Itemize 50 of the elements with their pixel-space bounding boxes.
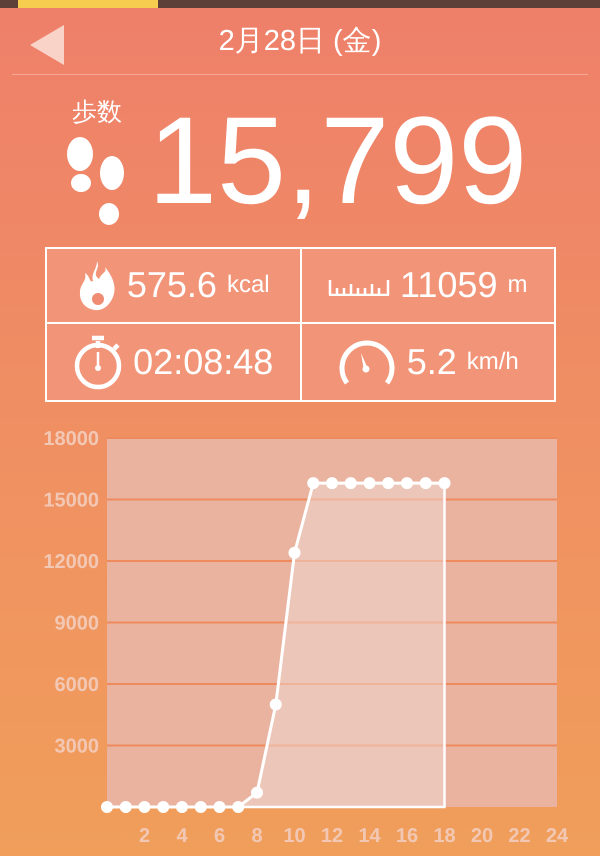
date-title: 2月28日 (金) bbox=[218, 24, 382, 59]
x-tick-label: 10 bbox=[283, 825, 306, 847]
back-button[interactable] bbox=[30, 25, 64, 65]
x-tick-label: 22 bbox=[508, 825, 531, 847]
point bbox=[344, 477, 357, 490]
x-tick-label: 16 bbox=[396, 825, 418, 847]
point bbox=[438, 477, 450, 490]
point bbox=[401, 477, 413, 490]
x-tick-label: 12 bbox=[320, 825, 344, 847]
point bbox=[120, 801, 132, 813]
y-tick-label: 9000 bbox=[54, 612, 99, 634]
stat-unit: kcal bbox=[226, 271, 270, 300]
stat-unit: m bbox=[507, 271, 528, 300]
point bbox=[382, 477, 394, 490]
point bbox=[364, 477, 376, 490]
point bbox=[232, 801, 244, 813]
point bbox=[420, 477, 432, 490]
stat-unit: km/h bbox=[466, 348, 519, 376]
stopwatch-icon bbox=[73, 334, 124, 390]
point bbox=[270, 698, 282, 710]
x-tick-label: 18 bbox=[433, 825, 456, 847]
back-icon bbox=[30, 25, 64, 65]
point bbox=[214, 801, 226, 813]
y-tick-label: 3000 bbox=[54, 736, 99, 758]
x-tick-label: 14 bbox=[358, 825, 381, 847]
x-tick-label: 2 bbox=[138, 825, 150, 847]
point bbox=[307, 477, 320, 490]
x-tick-label: 20 bbox=[470, 825, 494, 847]
point bbox=[288, 546, 300, 559]
point bbox=[176, 801, 188, 813]
stat-value: 575.6 bbox=[126, 264, 217, 306]
steps-label: 歩数 bbox=[72, 96, 122, 128]
point bbox=[251, 786, 263, 799]
y-tick-label: 18000 bbox=[43, 428, 99, 450]
point bbox=[157, 801, 170, 813]
x-tick-label: 4 bbox=[176, 825, 188, 847]
stat-value: 02:08:48 bbox=[133, 340, 274, 383]
x-tick-label: 8 bbox=[251, 825, 263, 847]
stat-value: 5.2 bbox=[406, 340, 457, 383]
point bbox=[194, 801, 207, 813]
x-tick-label: 24 bbox=[546, 825, 568, 847]
y-tick-label: 6000 bbox=[54, 674, 99, 696]
y-tick-label: 15000 bbox=[43, 490, 99, 512]
point bbox=[326, 477, 338, 490]
point bbox=[138, 801, 150, 813]
step-count: 15,799 bbox=[148, 99, 528, 223]
y-tick-label: 12000 bbox=[43, 551, 99, 573]
stat-value: 11059 bbox=[400, 264, 498, 306]
x-tick-label: 6 bbox=[214, 825, 226, 847]
point bbox=[101, 801, 113, 813]
